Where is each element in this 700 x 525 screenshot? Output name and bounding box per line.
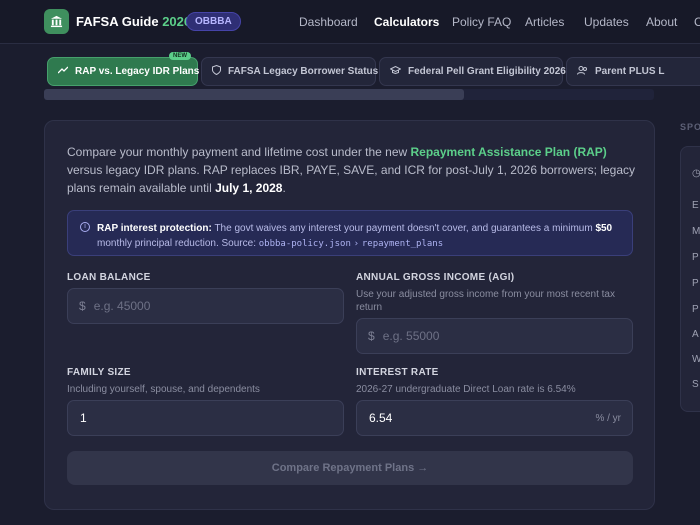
info-icon: i — [80, 222, 90, 232]
interest-rate-value: 6.54 — [369, 411, 393, 425]
loan-balance-input[interactable]: $ e.g. 45000 — [67, 288, 344, 324]
tab-label: Federal Pell Grant Eligibility 2026 — [408, 66, 566, 77]
dollar-prefix: $ — [368, 329, 375, 343]
nav-articles[interactable]: Articles — [525, 15, 564, 29]
sidebar-item[interactable]: A — [692, 329, 699, 340]
logo-name: FAFSA Guide — [76, 14, 159, 29]
site-logo-text[interactable]: FAFSA Guide 2026 — [76, 14, 191, 29]
tabs-scrollbar-thumb[interactable] — [44, 89, 464, 100]
notice-arrow: › — [353, 239, 360, 249]
sidebar-item[interactable]: P — [692, 278, 699, 289]
graduation-cap-icon — [389, 65, 402, 77]
interest-rate-suffix: % / yr — [595, 412, 621, 424]
nav-dashboard[interactable]: Dashboard — [299, 15, 358, 29]
notice-text: RAP interest protection: The govt waives… — [97, 221, 622, 252]
intro-part: . — [282, 181, 286, 195]
nav-policy-faq[interactable]: Policy FAQ — [452, 15, 511, 29]
sidebar-clock-icon: ◷ — [692, 168, 700, 179]
intro-date: July 1, 2028 — [215, 181, 283, 195]
intro-part: versus legacy IDR plans. RAP replaces IB… — [67, 163, 636, 195]
notice-field: repayment_plans — [361, 239, 444, 249]
rap-interest-notice: i RAP interest protection: The govt waiv… — [67, 210, 633, 256]
family-size-value: 1 — [80, 411, 87, 425]
trending-up-icon — [57, 66, 69, 77]
sidebar-item[interactable]: M — [692, 226, 700, 237]
shield-icon — [212, 64, 221, 78]
family-size-input[interactable]: 1 — [67, 400, 344, 436]
family-size-label: FAMILY SIZE — [67, 367, 131, 378]
agi-placeholder: e.g. 55000 — [382, 329, 440, 343]
sidebar-item[interactable]: P — [692, 304, 699, 315]
notice-body: The govt waives any interest your paymen… — [211, 223, 596, 234]
notice-title: RAP interest protection: — [97, 223, 212, 234]
nav-about[interactable]: About — [646, 15, 677, 29]
tab-rap-vs-legacy[interactable]: RAP vs. Legacy IDR Plans NEW — [47, 52, 200, 86]
tab-pell-grant[interactable]: Federal Pell Grant Eligibility 2026 — [379, 57, 566, 86]
interest-rate-label: INTEREST RATE — [356, 367, 439, 378]
obbba-badge: OBBBA — [186, 12, 241, 31]
agi-input[interactable]: $ e.g. 55000 — [356, 318, 633, 354]
intro-part: Compare your monthly payment and lifetim… — [67, 145, 411, 159]
sidebar-title: SPO — [680, 122, 700, 132]
nav-updates[interactable]: Updates — [584, 15, 629, 29]
tab-parent-plus[interactable]: Parent PLUS L — [566, 57, 700, 86]
notice-source: obbba-policy.json — [258, 239, 351, 249]
users-icon — [577, 65, 588, 78]
sidebar-item[interactable]: S — [692, 379, 699, 390]
agi-helper: Use your adjusted gross income from your… — [356, 289, 615, 313]
nav-cut-off[interactable]: C — [694, 15, 700, 29]
bank-icon[interactable] — [44, 9, 69, 34]
intro-text: Compare your monthly payment and lifetim… — [67, 143, 637, 197]
top-header: FAFSA Guide 2026 OBBBA Dashboard Calcula… — [0, 0, 700, 44]
dollar-prefix: $ — [79, 299, 86, 313]
new-badge: NEW — [169, 52, 191, 60]
tab-fafsa-legacy[interactable]: FAFSA Legacy Borrower Status — [201, 57, 379, 86]
nav-calculators[interactable]: Calculators — [374, 15, 439, 29]
loan-balance-placeholder: e.g. 45000 — [93, 299, 151, 313]
notice-amount: $50 — [595, 223, 613, 234]
compare-plans-button[interactable]: Compare Repayment Plans → — [67, 451, 633, 485]
notice-body: monthly principal reduction. Source: — [97, 238, 259, 249]
sidebar-item[interactable]: E — [692, 200, 699, 211]
agi-label: ANNUAL GROSS INCOME (AGI) — [356, 272, 515, 283]
tab-label: FAFSA Legacy Borrower Status — [228, 66, 379, 77]
intro-highlight: Repayment Assistance Plan (RAP) — [410, 145, 607, 159]
interest-rate-helper: 2026-27 undergraduate Direct Loan rate i… — [356, 384, 576, 395]
sidebar-item[interactable]: P — [692, 252, 699, 263]
family-size-helper: Including yourself, spouse, and dependen… — [67, 384, 260, 395]
sidebar-item[interactable]: W — [692, 354, 700, 365]
tab-label: Parent PLUS L — [595, 66, 665, 77]
interest-rate-input[interactable]: 6.54 % / yr — [356, 400, 633, 436]
tab-label: RAP vs. Legacy IDR Plans — [75, 66, 200, 77]
loan-balance-label: LOAN BALANCE — [67, 272, 151, 283]
